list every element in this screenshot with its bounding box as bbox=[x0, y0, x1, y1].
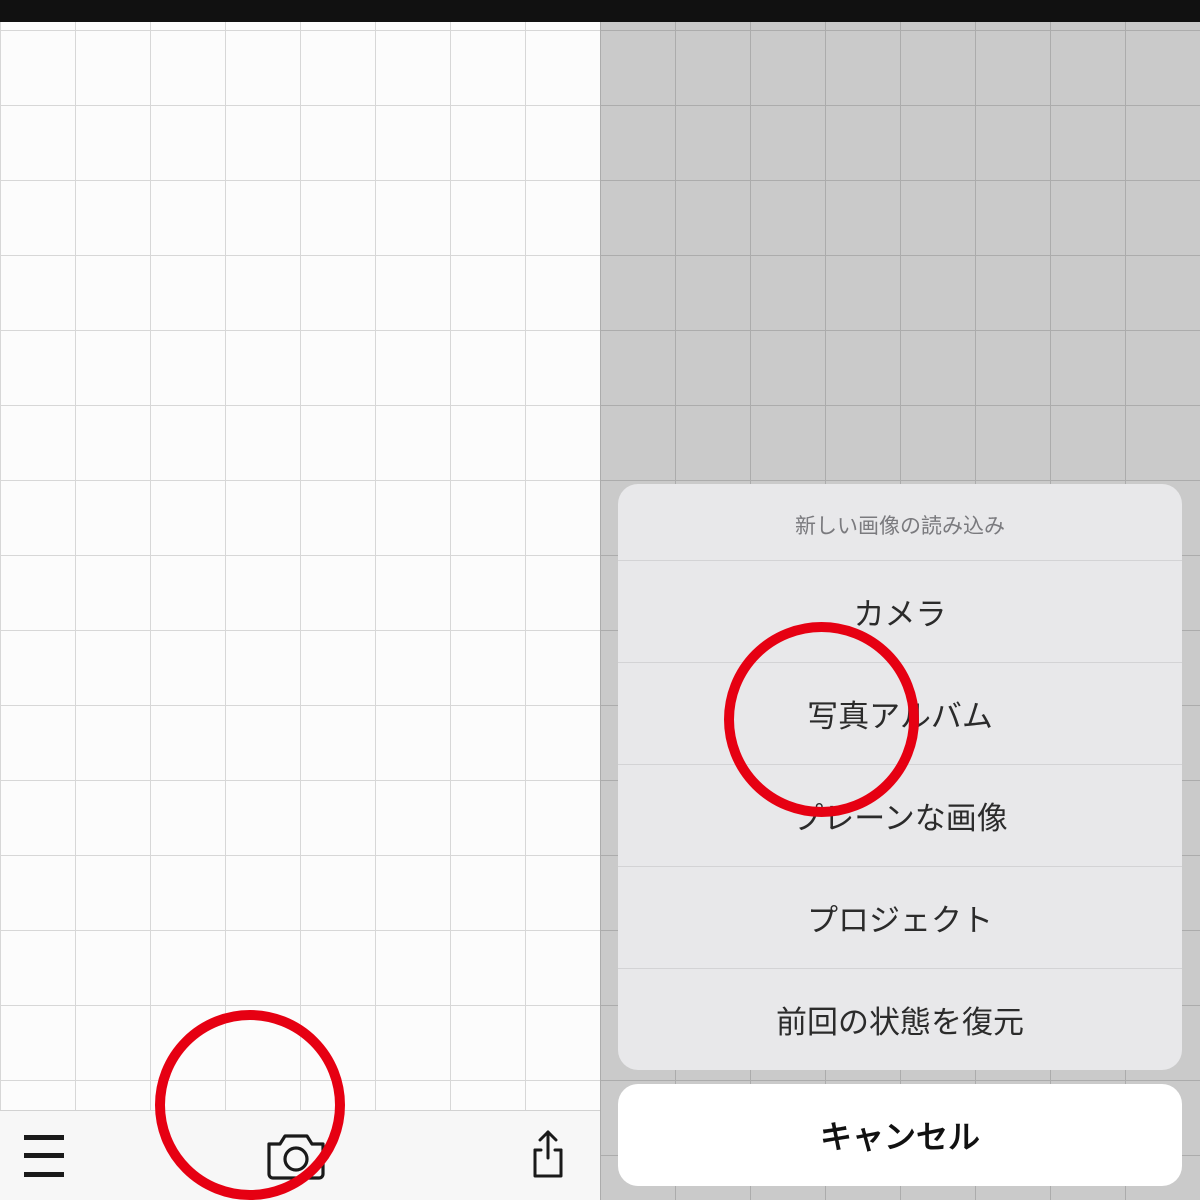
action-sheet-title: 新しい画像の読み込み bbox=[618, 484, 1182, 561]
screen-left bbox=[0, 0, 600, 1200]
option-plain-image[interactable]: プレーンな画像 bbox=[618, 765, 1182, 867]
option-project[interactable]: プロジェクト bbox=[618, 867, 1182, 969]
camera-icon bbox=[265, 1132, 327, 1180]
cancel-button[interactable]: キャンセル bbox=[618, 1084, 1182, 1186]
bottom-toolbar bbox=[0, 1110, 600, 1200]
option-photo-album[interactable]: 写真アルバム bbox=[618, 663, 1182, 765]
option-camera[interactable]: カメラ bbox=[618, 561, 1182, 663]
share-icon bbox=[528, 1130, 568, 1182]
share-button[interactable] bbox=[528, 1130, 568, 1182]
action-sheet-container: 新しい画像の読み込み カメラ 写真アルバム プレーンな画像 プロジェクト 前回の… bbox=[618, 484, 1182, 1186]
status-bar bbox=[0, 0, 600, 22]
action-sheet: 新しい画像の読み込み カメラ 写真アルバム プレーンな画像 プロジェクト 前回の… bbox=[618, 484, 1182, 1070]
camera-button[interactable] bbox=[265, 1132, 327, 1180]
status-bar bbox=[600, 0, 1200, 22]
screen-right: 新しい画像の読み込み カメラ 写真アルバム プレーンな画像 プロジェクト 前回の… bbox=[600, 0, 1200, 1200]
option-restore-previous[interactable]: 前回の状態を復元 bbox=[618, 969, 1182, 1070]
menu-icon[interactable] bbox=[24, 1135, 64, 1177]
canvas-grid[interactable] bbox=[0, 0, 600, 1200]
